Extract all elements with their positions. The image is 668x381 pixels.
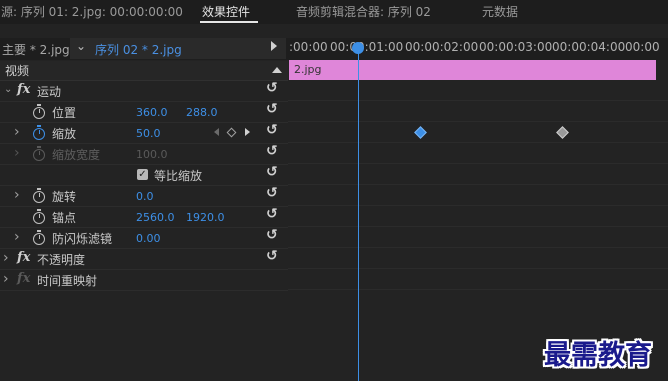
timecode-label: 00:00:01:00 bbox=[330, 40, 404, 54]
playhead-handle[interactable] bbox=[352, 42, 364, 54]
playhead-line[interactable] bbox=[358, 50, 359, 381]
master-clip-label[interactable]: 主要 * 2.jpg bbox=[2, 41, 70, 58]
keyframe-lane[interactable] bbox=[288, 227, 668, 248]
keyframe-lane[interactable] bbox=[288, 143, 668, 164]
property-label-rotation: 旋转 bbox=[52, 190, 77, 204]
position-y-value[interactable]: 288.0 bbox=[186, 106, 218, 119]
reset-icon[interactable]: ↺ bbox=[266, 164, 278, 180]
reset-icon[interactable]: ↺ bbox=[266, 122, 278, 138]
stopwatch-icon[interactable] bbox=[33, 104, 45, 119]
position-x-value[interactable]: 360.0 bbox=[136, 106, 168, 119]
stopwatch-icon[interactable] bbox=[33, 188, 45, 203]
keyframe-lane[interactable] bbox=[288, 101, 668, 122]
effect-label-time-remap: 时间重映射 bbox=[37, 274, 98, 288]
tab-metadata[interactable]: 元数据 bbox=[482, 3, 518, 20]
uniform-scale-label: 等比缩放 bbox=[154, 169, 203, 183]
timeline-clip-name: 2.jpg bbox=[294, 63, 322, 76]
keyframe-lane[interactable] bbox=[288, 248, 668, 269]
video-section-label: 视频 bbox=[5, 64, 30, 78]
chevron-right-icon[interactable]: › bbox=[3, 271, 9, 287]
keyframe-lane[interactable] bbox=[288, 164, 668, 185]
fx-toggle-icon[interactable]: fx bbox=[17, 82, 30, 97]
tab-source[interactable]: 源: 序列 01: 2.jpg: 00:00:00:00 bbox=[1, 3, 183, 20]
fx-toggle-icon: fx bbox=[17, 271, 31, 286]
stopwatch-icon bbox=[33, 146, 45, 161]
stopwatch-icon[interactable] bbox=[33, 125, 45, 140]
reset-icon[interactable]: ↺ bbox=[266, 185, 278, 201]
timecode-label: 00:00 bbox=[625, 40, 660, 54]
reset-icon[interactable]: ↺ bbox=[266, 248, 278, 264]
reset-icon[interactable]: ↺ bbox=[266, 101, 278, 117]
property-label-position: 位置 bbox=[52, 106, 77, 120]
tab-audio-clip-mixer[interactable]: 音频剪辑混合器: 序列 02 bbox=[296, 3, 431, 20]
chevron-down-icon[interactable]: ⌄ bbox=[76, 39, 86, 53]
property-label-scale: 缩放 bbox=[52, 127, 77, 141]
tab-effect-controls[interactable]: 效果控件 bbox=[202, 3, 250, 20]
anchor-y-value[interactable]: 1920.0 bbox=[186, 211, 225, 224]
panel-tab-bar: 源: 序列 01: 2.jpg: 00:00:00:00 效果控件 音频剪辑混合… bbox=[0, 0, 668, 24]
timecode-label: :00:00 bbox=[289, 40, 328, 54]
chevron-down-icon[interactable]: ⌄ bbox=[4, 84, 12, 95]
keyframe-lane[interactable] bbox=[288, 185, 668, 206]
scale-width-value: 100.0 bbox=[136, 148, 168, 161]
chevron-right-icon[interactable]: › bbox=[14, 229, 20, 245]
keyframe-lane[interactable] bbox=[288, 122, 668, 143]
next-keyframe-icon[interactable] bbox=[245, 128, 250, 136]
stopwatch-icon[interactable] bbox=[33, 209, 45, 224]
timecode-label: 00:00:04:00 bbox=[552, 40, 626, 54]
keyframe-lane[interactable] bbox=[288, 269, 668, 290]
stopwatch-icon[interactable] bbox=[33, 230, 45, 245]
property-label-anchor: 锚点 bbox=[52, 211, 77, 225]
effect-label-motion: 运动 bbox=[37, 85, 62, 99]
timecode-label: 00:00:02:00 bbox=[405, 40, 479, 54]
reset-icon[interactable]: ↺ bbox=[266, 143, 278, 159]
effect-label-opacity: 不透明度 bbox=[37, 253, 86, 267]
property-label-antiflicker: 防闪烁滤镜 bbox=[52, 232, 113, 246]
property-label-scale-width: 缩放宽度 bbox=[52, 148, 101, 162]
uniform-scale-checkbox[interactable]: ✓ bbox=[137, 169, 148, 180]
video-section-header[interactable] bbox=[0, 61, 288, 81]
anchor-x-value[interactable]: 2560.0 bbox=[136, 211, 175, 224]
play-only-clip-icon[interactable] bbox=[271, 41, 277, 51]
sequence-clip-label[interactable]: 序列 02 * 2.jpg bbox=[95, 41, 182, 58]
reset-icon[interactable]: ↺ bbox=[266, 227, 278, 243]
antiflicker-value[interactable]: 0.00 bbox=[136, 232, 161, 245]
chevron-right-icon[interactable]: › bbox=[3, 250, 9, 266]
scale-value[interactable]: 50.0 bbox=[136, 127, 161, 140]
timecode-label: 00:00:03:00 bbox=[479, 40, 553, 54]
prev-keyframe-icon[interactable] bbox=[214, 128, 219, 136]
active-tab-indicator bbox=[200, 21, 258, 23]
chevron-right-icon[interactable]: › bbox=[14, 187, 20, 203]
collapse-up-icon[interactable] bbox=[272, 67, 282, 73]
reset-icon[interactable]: ↺ bbox=[266, 80, 278, 96]
chevron-right-icon: › bbox=[14, 145, 20, 161]
fx-toggle-icon[interactable]: fx bbox=[17, 250, 30, 265]
timeline-clip-bar[interactable] bbox=[289, 60, 656, 80]
rotation-value[interactable]: 0.0 bbox=[136, 190, 154, 203]
reset-icon[interactable]: ↺ bbox=[266, 206, 278, 222]
watermark-logo: 最需教育 bbox=[544, 340, 652, 371]
chevron-right-icon[interactable]: › bbox=[14, 124, 20, 140]
keyframe-lane[interactable] bbox=[288, 80, 668, 101]
keyframe-lane[interactable] bbox=[288, 206, 668, 227]
